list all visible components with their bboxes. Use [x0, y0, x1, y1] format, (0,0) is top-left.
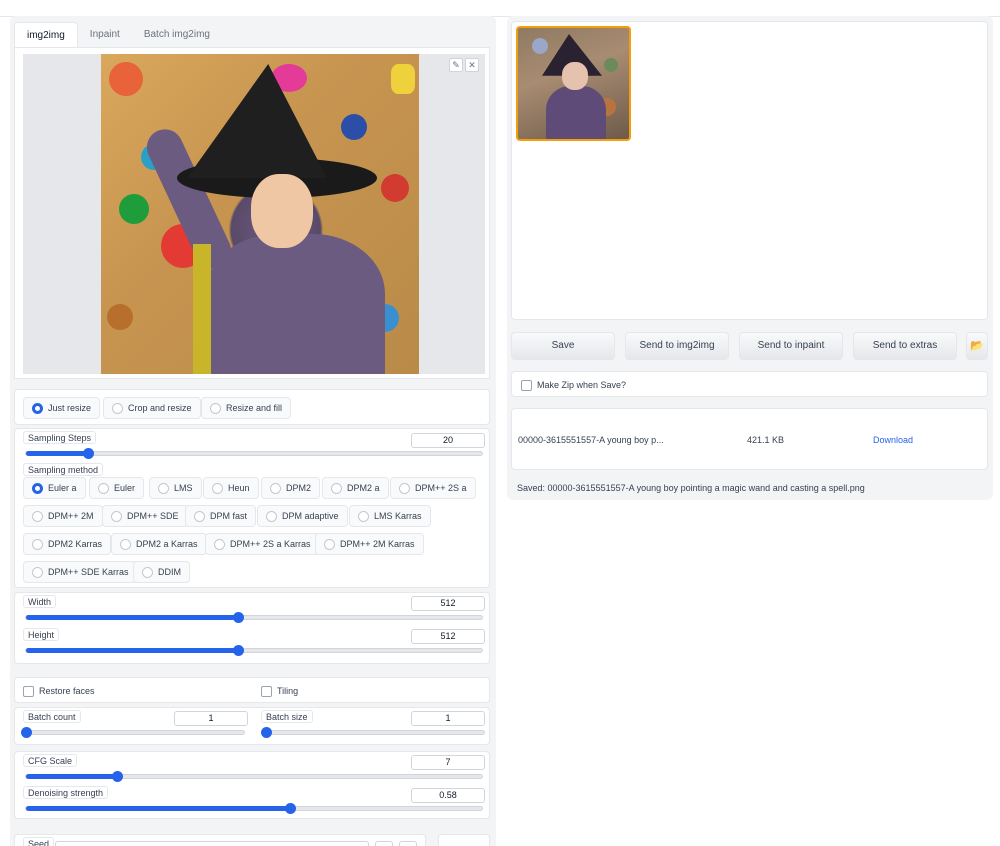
cfg-scale-slider[interactable] — [25, 771, 483, 782]
close-icon[interactable]: ✕ — [465, 58, 479, 72]
sampler-lms[interactable]: LMS — [149, 477, 202, 499]
options-card: Restore faces Tiling — [14, 677, 490, 703]
sampler-dpm2-karras[interactable]: DPM2 Karras — [23, 533, 112, 555]
tab-batch-img2img[interactable]: Batch img2img — [132, 22, 222, 48]
sampling-card: Sampling Steps 20 Sampling method Euler … — [14, 428, 490, 588]
download-link[interactable]: Download — [873, 435, 913, 445]
sampler-ddim[interactable]: DDIM — [133, 561, 190, 583]
tab-inpaint[interactable]: Inpaint — [78, 22, 132, 48]
sampler-lms-karras[interactable]: LMS Karras — [349, 505, 431, 527]
sampling-steps-input[interactable]: 20 — [411, 433, 485, 448]
edit-icon[interactable]: ✎ — [449, 58, 463, 72]
send-to-img2img-button[interactable]: Send to img2img — [625, 332, 729, 360]
denoising-input[interactable]: 0.58 — [411, 788, 485, 803]
tab-img2img[interactable]: img2img — [14, 22, 78, 48]
mode-tabs: img2img Inpaint Batch img2img — [14, 22, 222, 48]
batch-size-slider[interactable] — [261, 727, 485, 738]
sampler-dpm2-a-karras[interactable]: DPM2 a Karras — [111, 533, 207, 555]
tiling-checkbox[interactable]: Tiling — [261, 685, 298, 697]
recycle-icon[interactable] — [399, 841, 417, 846]
sampler-dpmpp-2m[interactable]: DPM++ 2M — [23, 505, 103, 527]
save-button[interactable]: Save — [511, 332, 615, 360]
output-files: 00000-3615551557-A young boy p... 421.1 … — [511, 408, 988, 470]
sampler-euler-a[interactable]: Euler a — [23, 477, 86, 499]
seed-input[interactable] — [55, 841, 369, 846]
make-zip-card: Make Zip when Save? — [511, 371, 988, 397]
batch-size-input[interactable]: 1 — [411, 711, 485, 726]
sampler-dpm-adaptive[interactable]: DPM adaptive — [257, 505, 348, 527]
sampling-steps-label: Sampling Steps — [23, 431, 97, 444]
height-input[interactable]: 512 — [411, 629, 485, 644]
guidance-card: CFG Scale 7 Denoising strength 0.58 — [14, 751, 490, 819]
height-slider[interactable] — [25, 645, 483, 656]
image-controls: ✎ ✕ — [449, 58, 479, 72]
output-gallery — [511, 21, 988, 320]
sampler-dpm-fast[interactable]: DPM fast — [185, 505, 257, 527]
batch-count-label: Batch count — [23, 710, 81, 723]
send-to-inpaint-button[interactable]: Send to inpaint — [739, 332, 843, 360]
cfg-scale-label: CFG Scale — [23, 754, 78, 767]
send-to-extras-button[interactable]: Send to extras — [853, 332, 957, 360]
sampler-dpmpp-2s-a[interactable]: DPM++ 2S a — [390, 477, 476, 499]
cfg-scale-input[interactable]: 7 — [411, 755, 485, 770]
sampler-dpmpp-sde[interactable]: DPM++ SDE — [102, 505, 188, 527]
saved-status: Saved: 00000-3615551557-A young boy poin… — [517, 483, 865, 493]
width-input[interactable]: 512 — [411, 596, 485, 611]
height-label: Height — [23, 628, 60, 641]
file-name: 00000-3615551557-A young boy p... — [518, 435, 664, 445]
width-slider[interactable] — [25, 612, 483, 623]
resize-crop-and-resize[interactable]: Crop and resize — [103, 397, 201, 419]
input-image-panel: ✎ ✕ — [14, 47, 490, 379]
seed-label: Seed — [23, 837, 55, 846]
denoising-slider[interactable] — [25, 803, 483, 814]
batch-size-label: Batch size — [261, 710, 313, 723]
sampler-dpm2[interactable]: DPM2 — [261, 477, 321, 499]
dimensions-card: Width 512 Height 512 — [14, 592, 490, 664]
image-drop-area[interactable]: ✎ ✕ — [23, 54, 485, 374]
file-size: 421.1 KB — [747, 435, 785, 445]
sampler-dpmpp-sde-karras[interactable]: DPM++ SDE Karras — [23, 561, 138, 583]
sampling-steps-slider[interactable] — [25, 448, 483, 459]
batch-count-input[interactable]: 1 — [174, 711, 248, 726]
batch-count-slider[interactable] — [21, 727, 245, 738]
seed-extra-card[interactable] — [438, 834, 490, 846]
resize-and-fill[interactable]: Resize and fill — [201, 397, 292, 419]
restore-faces-checkbox[interactable]: Restore faces — [23, 685, 95, 697]
folder-icon[interactable]: 📂 — [966, 332, 988, 360]
sampling-method-label: Sampling method — [23, 463, 104, 476]
output-thumbnail[interactable] — [516, 26, 631, 141]
make-zip-checkbox[interactable]: Make Zip when Save? — [521, 379, 626, 391]
resize-mode-group: Just resize Crop and resize Resize and f… — [14, 389, 490, 425]
width-label: Width — [23, 595, 57, 608]
sampler-heun[interactable]: Heun — [203, 477, 259, 499]
sampler-dpmpp-2m-karras[interactable]: DPM++ 2M Karras — [315, 533, 424, 555]
input-image — [101, 54, 419, 374]
sampler-euler[interactable]: Euler — [89, 477, 145, 499]
sampler-dpmpp-2s-a-karras[interactable]: DPM++ 2S a Karras — [205, 533, 320, 555]
batch-card: Batch count 1 Batch size 1 — [14, 707, 490, 745]
resize-just-resize[interactable]: Just resize — [23, 397, 101, 419]
dice-icon[interactable] — [375, 841, 393, 846]
denoising-label: Denoising strength — [23, 786, 109, 799]
seed-card: Seed — [14, 834, 426, 846]
sampler-dpm2-a[interactable]: DPM2 a — [322, 477, 389, 499]
top-border — [0, 0, 1000, 17]
